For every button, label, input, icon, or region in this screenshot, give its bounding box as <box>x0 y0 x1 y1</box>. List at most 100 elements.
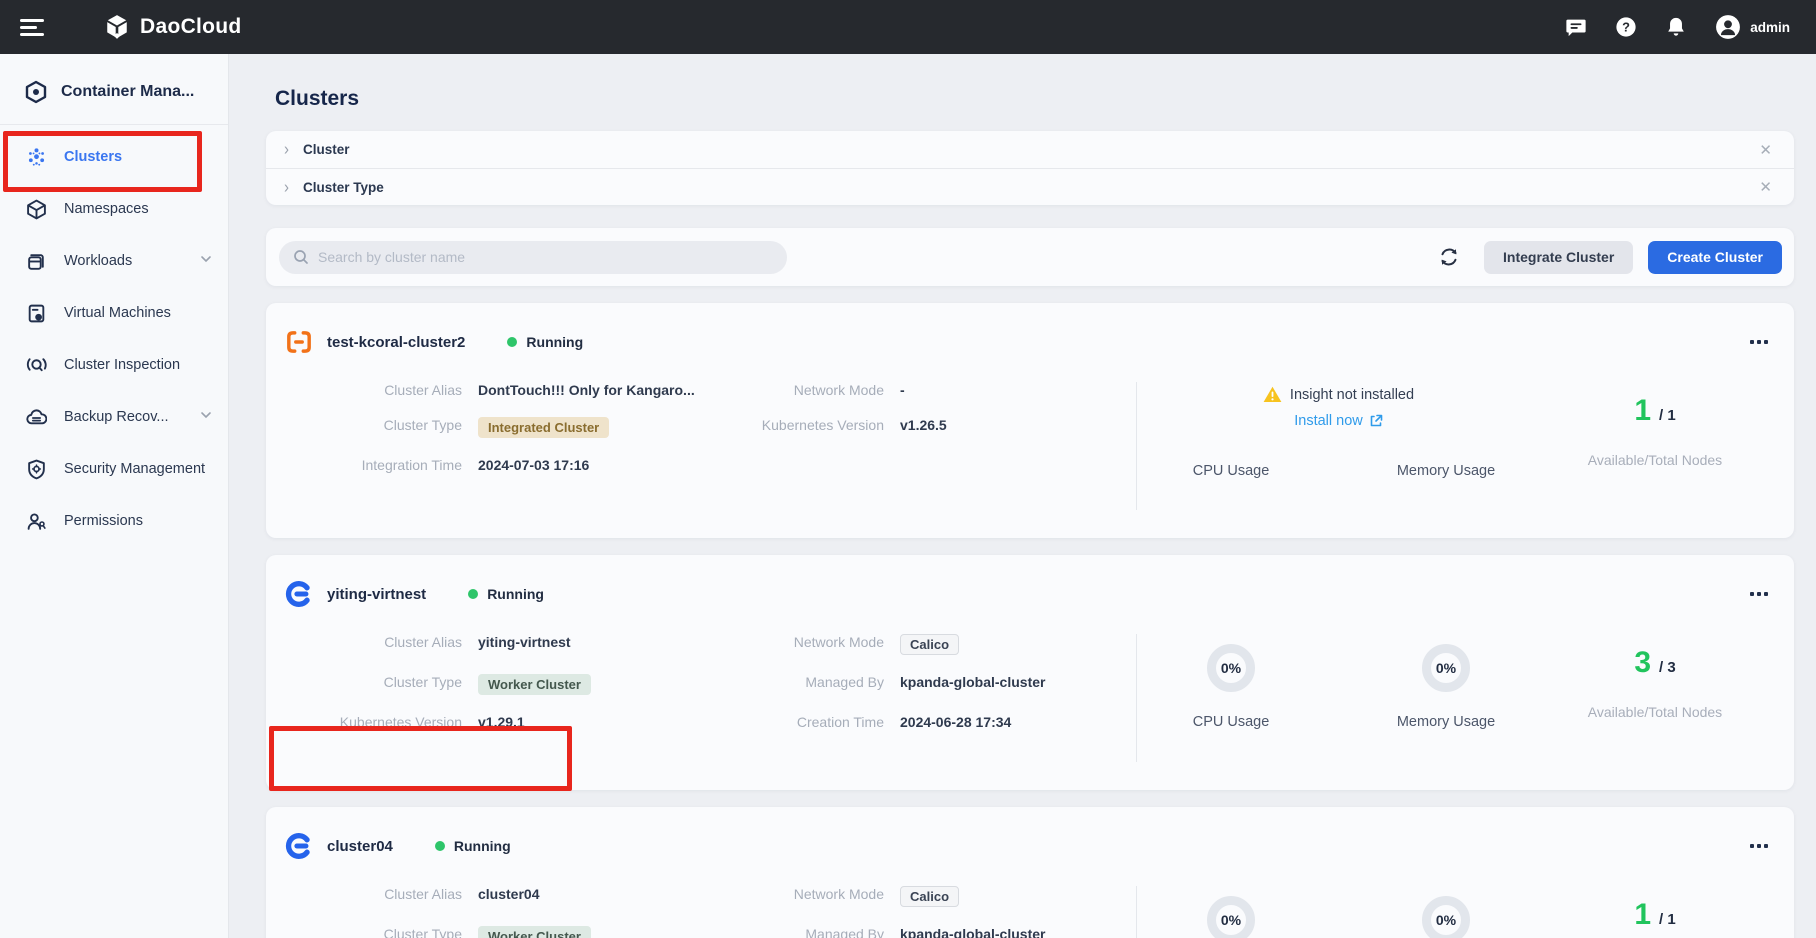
sidebar-item-label: Namespaces <box>64 201 149 217</box>
status-dot-icon <box>468 589 478 599</box>
more-actions-icon[interactable] <box>1748 334 1770 350</box>
avatar-icon <box>1715 14 1741 40</box>
status-label: Running <box>454 838 511 854</box>
usage-labels: CPU Usage Memory Usage <box>1146 463 1531 479</box>
kcoral-cluster-icon <box>284 327 314 357</box>
field-label: Managed By <box>734 674 884 695</box>
field-label: Kubernetes Version <box>734 417 884 438</box>
field-label: Cluster Alias <box>312 886 462 907</box>
create-cluster-button[interactable]: Create Cluster <box>1648 241 1782 274</box>
network-mode-badge: Calico <box>900 886 959 907</box>
total-nodes-count: / 1 <box>1659 911 1676 928</box>
sidebar-item-virtual-machines[interactable]: Virtual Machines <box>0 287 228 339</box>
chevron-down-icon[interactable] <box>200 253 212 269</box>
sidebar-item-security-management[interactable]: Security Management <box>0 443 228 495</box>
cpu-usage-metric: 0% CPU Usage <box>1146 644 1316 762</box>
messages-icon[interactable] <box>1565 16 1587 38</box>
topbar-actions: ? admin <box>1565 14 1816 40</box>
user-menu[interactable]: admin <box>1715 14 1790 40</box>
search-box[interactable] <box>279 241 787 274</box>
cluster-card-yiting-virtnest: yiting-virtnest Running Cluster Alias yi… <box>266 555 1794 790</box>
cluster-card-body: Cluster Alias DontTouch!!! Only for Kang… <box>284 382 1770 510</box>
field-label: Cluster Type <box>312 417 462 438</box>
sidebar-item-label: Backup Recov... <box>64 409 169 425</box>
cpu-usage-metric: 0% CPU Usage <box>1146 896 1316 938</box>
cluster-alias-value: DontTouch!!! Only for Kangaro... <box>478 382 718 398</box>
search-input[interactable] <box>318 249 773 265</box>
sidebar-item-permissions[interactable]: Permissions <box>0 495 228 547</box>
close-icon[interactable]: ✕ <box>1759 141 1772 159</box>
sidebar-item-backup-recovery[interactable]: Backup Recov... <box>0 391 228 443</box>
field-label: Integration Time <box>312 457 462 473</box>
filter-row-cluster-type[interactable]: › Cluster Type ✕ <box>266 168 1794 205</box>
sidebar-item-cluster-inspection[interactable]: Cluster Inspection <box>0 339 228 391</box>
usage-metrics: 0% CPU Usage 0% Memory Usage <box>1137 634 1540 762</box>
total-nodes-count: / 3 <box>1659 659 1676 676</box>
notifications-bell-icon[interactable] <box>1665 16 1687 38</box>
cluster-alias-value: yiting-virtnest <box>478 634 718 655</box>
creation-time-value: 2024-06-28 17:34 <box>900 714 1130 730</box>
network-mode-value: - <box>900 382 1130 398</box>
sidebar-item-workloads[interactable]: Workloads <box>0 235 228 287</box>
chevron-right-icon[interactable]: › <box>284 140 289 160</box>
cluster-card-header: test-kcoral-cluster2 Running <box>284 327 1770 357</box>
help-icon[interactable]: ? <box>1615 16 1637 38</box>
cluster-inspection-icon <box>26 355 47 376</box>
menu-toggle-icon[interactable] <box>20 15 46 40</box>
refresh-icon[interactable] <box>1438 246 1460 268</box>
memory-usage-label: Memory Usage <box>1361 463 1531 479</box>
more-actions-icon[interactable] <box>1748 586 1770 602</box>
sidebar-module-header[interactable]: Container Mana... <box>0 54 228 125</box>
cluster-details: Cluster Alias cluster04 Network Mode Cal… <box>312 886 1130 938</box>
more-actions-icon[interactable] <box>1748 838 1770 854</box>
chevron-right-icon[interactable]: › <box>284 177 289 197</box>
integrate-cluster-button[interactable]: Integrate Cluster <box>1484 241 1633 274</box>
status-dot-icon <box>507 337 517 347</box>
cluster-type-badge: Worker Cluster <box>478 674 591 695</box>
daocloud-cube-icon <box>104 14 130 40</box>
sidebar-item-label: Clusters <box>64 149 122 165</box>
install-now-link[interactable]: Install now <box>1294 413 1383 429</box>
sidebar-menu: Clusters Namespaces <box>0 125 228 547</box>
filter-label: Cluster Type <box>303 180 384 195</box>
sidebar-item-label: Virtual Machines <box>64 305 171 321</box>
cpu-usage-donut: 0% <box>1207 644 1255 692</box>
brand-name: DaoCloud <box>140 15 242 39</box>
close-icon[interactable]: ✕ <box>1759 178 1772 196</box>
cluster-details: Cluster Alias DontTouch!!! Only for Kang… <box>312 382 1130 510</box>
memory-usage-metric: 0% Memory Usage <box>1361 644 1531 762</box>
cluster-name[interactable]: cluster04 <box>327 838 393 855</box>
main-content: Clusters › Cluster ✕ › Cluster Type ✕ <box>229 54 1816 938</box>
sidebar-item-namespaces[interactable]: Namespaces <box>0 183 228 235</box>
insight-section: Insight not installed Install now CPU Us… <box>1137 382 1540 510</box>
top-bar: DaoCloud ? <box>0 0 1816 54</box>
warning-icon <box>1263 386 1282 403</box>
network-mode-badge: Calico <box>900 634 959 655</box>
cluster-card-header: yiting-virtnest Running <box>284 579 1770 609</box>
sidebar-item-clusters[interactable]: Clusters <box>0 131 228 183</box>
chevron-down-icon[interactable] <box>200 409 212 425</box>
svg-text:?: ? <box>1622 20 1630 35</box>
toolbar: Integrate Cluster Create Cluster <box>266 228 1794 286</box>
memory-usage-label: Memory Usage <box>1397 714 1495 730</box>
cpu-usage-label: CPU Usage <box>1193 714 1270 730</box>
total-nodes-count: / 1 <box>1659 407 1676 424</box>
cluster-name[interactable]: test-kcoral-cluster2 <box>327 334 465 351</box>
kubernetes-version-value: v1.26.5 <box>900 417 1130 438</box>
field-label: Network Mode <box>734 634 884 655</box>
cluster-card-test-kcoral-cluster2: test-kcoral-cluster2 Running Cluster Ali… <box>266 303 1794 538</box>
sidebar-item-label: Security Management <box>64 461 205 477</box>
field-label: Network Mode <box>734 382 884 398</box>
field-label: Creation Time <box>734 714 884 730</box>
worker-cluster-icon <box>284 579 314 609</box>
filter-row-cluster[interactable]: › Cluster ✕ <box>266 131 1794 168</box>
nodes-section: 3 / 3 Available/Total Nodes <box>1540 634 1770 762</box>
status-dot-icon <box>435 841 445 851</box>
field-label: Cluster Type <box>312 926 462 938</box>
cluster-status: Running <box>435 838 511 854</box>
clusters-icon <box>26 147 47 168</box>
virtual-machines-icon <box>26 303 47 324</box>
cluster-name[interactable]: yiting-virtnest <box>327 586 426 603</box>
cluster-card-header: cluster04 Running <box>284 831 1770 861</box>
status-label: Running <box>526 334 583 350</box>
